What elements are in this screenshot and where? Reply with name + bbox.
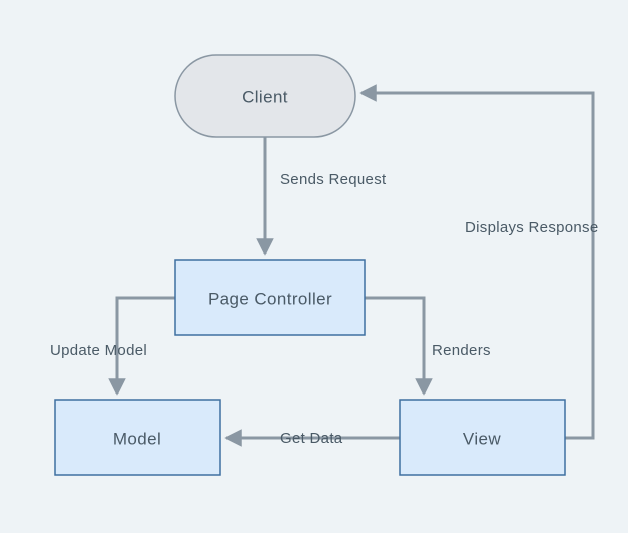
node-model: Model xyxy=(55,400,220,475)
edge-label-get-data: Get Data xyxy=(280,430,343,447)
architecture-diagram: Sends Request Update Model Renders Get D… xyxy=(0,0,628,533)
node-page-controller: Page Controller xyxy=(175,260,365,335)
edge-displays-response: Displays Response xyxy=(361,93,599,438)
node-client: Client xyxy=(175,55,355,137)
edge-sends-request: Sends Request xyxy=(265,137,387,254)
edge-update-model: Update Model xyxy=(50,298,175,394)
edge-label-update-model: Update Model xyxy=(50,342,147,359)
node-label-page-controller: Page Controller xyxy=(208,289,332,308)
node-label-view: View xyxy=(463,429,501,448)
node-view: View xyxy=(400,400,565,475)
node-label-model: Model xyxy=(113,429,161,448)
edge-renders: Renders xyxy=(365,298,491,394)
edge-label-sends-request: Sends Request xyxy=(280,171,387,188)
edge-label-displays-response: Displays Response xyxy=(465,219,599,236)
node-label-client: Client xyxy=(242,87,288,106)
edge-label-renders: Renders xyxy=(432,342,491,359)
edge-get-data: Get Data xyxy=(226,430,400,447)
